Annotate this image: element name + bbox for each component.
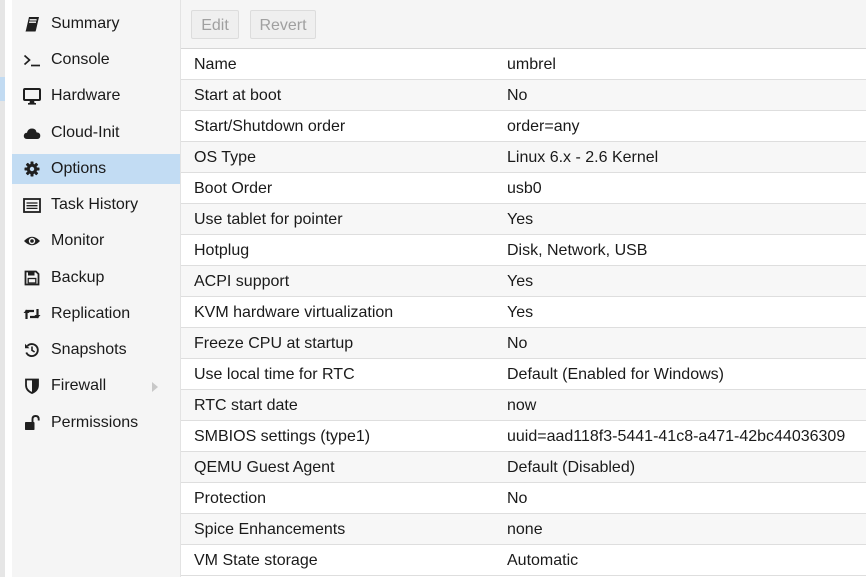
option-value: Automatic <box>507 552 579 569</box>
sidebar-item-permissions[interactable]: Permissions <box>12 408 180 438</box>
table-row[interactable]: Use tablet for pointer Yes <box>181 204 866 235</box>
sidebar-item-options[interactable]: Options <box>12 154 180 184</box>
option-value: Yes <box>507 211 534 228</box>
option-name: OS Type <box>194 149 256 166</box>
option-name: QEMU Guest Agent <box>194 459 335 476</box>
monitor-icon <box>22 86 42 106</box>
option-name: Hotplug <box>194 242 250 259</box>
option-name: Name <box>194 56 237 73</box>
option-name: Spice Enhancements <box>194 521 346 538</box>
table-row[interactable]: OS Type Linux 6.x - 2.6 Kernel <box>181 142 866 173</box>
list-icon <box>22 195 42 215</box>
table-row[interactable]: Use local time for RTC Default (Enabled f… <box>181 359 866 390</box>
revert-button[interactable]: Revert <box>250 10 316 39</box>
option-value: No <box>507 87 528 104</box>
option-value: Disk, Network, USB <box>507 242 648 259</box>
sidebar-item-label: Permissions <box>51 414 139 431</box>
sidebar-item-label: Replication <box>51 305 131 322</box>
table-row[interactable]: Start at boot No <box>181 80 866 111</box>
floppy-icon <box>22 268 42 288</box>
options-grid: Name umbrel Start at boot No Start/Shutdow… <box>181 49 866 576</box>
table-row[interactable]: Protection No <box>181 483 866 514</box>
sidebar-item-task-history[interactable]: Task History <box>12 190 180 220</box>
table-row[interactable]: SMBIOS settings (type1) uuid=aad118f3-544… <box>181 421 866 452</box>
sidebar-item-hardware[interactable]: Hardware <box>12 81 180 111</box>
option-name: Use tablet for pointer <box>194 211 343 228</box>
cloud-icon <box>22 123 42 143</box>
sidebar-item-label: Summary <box>51 15 120 32</box>
option-name: KVM hardware virtualization <box>194 304 394 321</box>
sidebar-item-label: Backup <box>51 269 105 286</box>
edit-button[interactable]: Edit <box>191 10 239 39</box>
option-value: now <box>507 397 537 414</box>
option-value: Default (Disabled) <box>507 459 636 476</box>
gear-icon <box>22 159 42 179</box>
option-name: RTC start date <box>194 397 298 414</box>
table-row[interactable]: QEMU Guest Agent Default (Disabled) <box>181 452 866 483</box>
option-name: Start at boot <box>194 87 282 104</box>
table-row[interactable]: Name umbrel <box>181 49 866 80</box>
sidebar-item-replication[interactable]: Replication <box>12 299 180 329</box>
table-row[interactable]: VM State storage Automatic <box>181 545 866 576</box>
tree-selection-marker <box>0 77 5 101</box>
option-value: Yes <box>507 304 534 321</box>
option-value: none <box>507 521 543 538</box>
option-value: Yes <box>507 273 534 290</box>
sidebar-item-summary[interactable]: Summary <box>12 9 180 39</box>
table-row[interactable]: Freeze CPU at startup No <box>181 328 866 359</box>
option-value: uuid=aad118f3-5441-41c8-a471-42bc4403630… <box>507 428 846 445</box>
option-value: No <box>507 335 528 352</box>
sidebar-item-label: Task History <box>51 196 139 213</box>
history-icon <box>22 340 42 360</box>
table-row[interactable]: KVM hardware virtualization Yes <box>181 297 866 328</box>
table-row[interactable]: ACPI support Yes <box>181 266 866 297</box>
sidebar-item-label: Options <box>51 160 107 177</box>
option-name: Start/Shutdown order <box>194 118 346 135</box>
terminal-icon <box>22 50 42 70</box>
option-value: Default (Enabled for Windows) <box>507 366 724 383</box>
shield-icon <box>22 376 42 396</box>
sidebar-item-label: Cloud-Init <box>51 124 120 141</box>
option-name: SMBIOS settings (type1) <box>194 428 371 445</box>
option-name: ACPI support <box>194 273 290 290</box>
option-value: usb0 <box>507 180 542 197</box>
sidebar-item-label: Monitor <box>51 232 105 249</box>
sidebar-item-firewall[interactable]: Firewall <box>12 371 180 401</box>
option-value: umbrel <box>507 56 556 73</box>
retweet-icon <box>22 304 42 324</box>
option-name: Boot Order <box>194 180 273 197</box>
option-value: No <box>507 490 528 507</box>
eye-icon <box>22 231 42 251</box>
sidebar-item-monitor[interactable]: Monitor <box>12 226 180 256</box>
option-name: Freeze CPU at startup <box>194 335 354 352</box>
sidebar-item-backup[interactable]: Backup <box>12 263 180 293</box>
table-row[interactable]: Spice Enhancements none <box>181 514 866 545</box>
table-row[interactable]: Boot Order usb0 <box>181 173 866 204</box>
toolbar: Edit Revert <box>181 0 866 49</box>
sidebar-item-label: Console <box>51 51 110 68</box>
sidebar-item-cloud-init[interactable]: Cloud-Init <box>12 118 180 148</box>
book-icon <box>22 14 42 34</box>
table-row[interactable]: Start/Shutdown order order=any <box>181 111 866 142</box>
sidebar-item-console[interactable]: Console <box>12 45 180 75</box>
table-row[interactable]: RTC start date now <box>181 390 866 421</box>
sidebar-item-label: Firewall <box>51 377 107 394</box>
sidebar: Summary Console Hardware Cloud-Init Opti… <box>12 0 181 577</box>
sidebar-item-label: Snapshots <box>51 341 127 358</box>
left-panel-edge <box>0 0 5 577</box>
sidebar-item-label: Hardware <box>51 87 121 104</box>
sidebar-item-snapshots[interactable]: Snapshots <box>12 335 180 365</box>
option-name: VM State storage <box>194 552 318 569</box>
chevron-right-icon <box>151 380 159 398</box>
option-name: Protection <box>194 490 267 507</box>
option-name: Use local time for RTC <box>194 366 355 383</box>
option-value: order=any <box>507 118 580 135</box>
option-value: Linux 6.x - 2.6 Kernel <box>507 149 659 166</box>
table-row[interactable]: Hotplug Disk, Network, USB <box>181 235 866 266</box>
unlock-icon <box>22 413 42 433</box>
